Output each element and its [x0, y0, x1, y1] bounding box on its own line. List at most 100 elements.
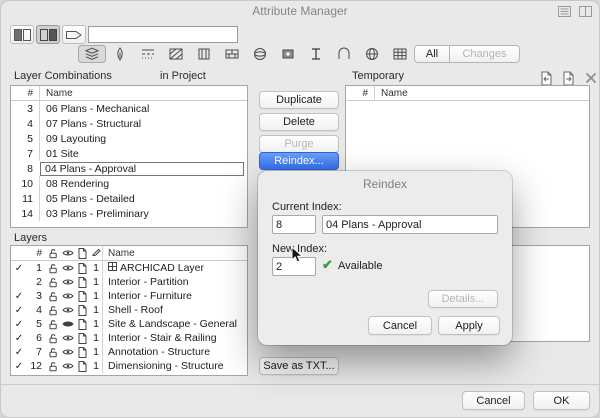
tab-changes-button[interactable]: Changes — [450, 45, 520, 63]
layer-combination-row[interactable]: 14 03 Plans - Preliminary — [11, 206, 247, 221]
eye-icon[interactable] — [60, 334, 75, 342]
view-toggle-left-list-button[interactable] — [10, 25, 34, 44]
layer-checkmark[interactable]: ✓ — [11, 291, 27, 302]
delete-button[interactable]: Delete — [259, 113, 339, 131]
lock-icon[interactable] — [45, 305, 60, 316]
reindex-cancel-button[interactable]: Cancel — [368, 316, 432, 335]
eye-icon[interactable] — [60, 320, 75, 328]
layer-checkmark[interactable]: ✓ — [11, 347, 27, 358]
tab-line-types-icon[interactable] — [134, 45, 162, 63]
save-as-txt-button[interactable]: Save as TXT... — [259, 357, 339, 375]
current-index-field[interactable] — [272, 215, 316, 234]
lock-icon[interactable] — [45, 361, 60, 372]
tab-table-icon[interactable] — [386, 45, 414, 63]
intersection-group-number: 1 — [90, 304, 102, 316]
details-button[interactable]: Details... — [428, 290, 498, 308]
tab-mep-systems-icon[interactable] — [330, 45, 358, 63]
layer-combination-row[interactable]: 4 07 Plans - Structural — [11, 116, 247, 131]
lock-icon[interactable] — [45, 263, 60, 274]
layer-combination-row[interactable]: 3 06 Plans - Mechanical — [11, 101, 247, 116]
layer-combination-row[interactable]: 5 09 Layouting — [11, 131, 247, 146]
eye-icon[interactable] — [60, 264, 75, 272]
reindex-button[interactable]: Reindex... — [259, 152, 339, 170]
layer-row[interactable]: ✓ 1 1 ARCHICAD Layer — [11, 261, 247, 275]
layer-row[interactable]: ✓ 3 1 Interior - Furniture — [11, 289, 247, 303]
tab-layers-icon[interactable] — [78, 45, 106, 63]
temporary-toolbar — [538, 70, 599, 86]
combination-index: 8 — [11, 163, 39, 175]
page-icon[interactable] — [75, 277, 90, 288]
combination-name: 01 Site — [39, 146, 247, 161]
eye-icon[interactable] — [60, 306, 75, 314]
layer-combination-row[interactable]: 10 08 Rendering — [11, 176, 247, 191]
combination-index: 11 — [11, 193, 39, 205]
current-name-field[interactable] — [322, 215, 498, 234]
page-icon[interactable] — [75, 319, 90, 330]
layer-index: 5 — [27, 318, 45, 330]
layer-checkmark[interactable]: ✓ — [11, 361, 27, 372]
tab-all-button[interactable]: All — [414, 45, 450, 63]
layer-checkmark[interactable]: ✓ — [11, 263, 27, 274]
lock-icon[interactable] — [45, 277, 60, 288]
eye-icon[interactable] — [60, 292, 75, 300]
page-icon[interactable] — [75, 305, 90, 316]
import-page-icon[interactable] — [538, 70, 555, 86]
footer-divider — [0, 384, 600, 385]
layer-row[interactable]: ✓ 5 1 Site & Landscape - General — [11, 317, 247, 331]
tab-globe-icon[interactable] — [358, 45, 386, 63]
layer-checkmark[interactable]: ✓ — [11, 333, 27, 344]
layer-checkmark[interactable]: ✓ — [11, 305, 27, 316]
eye-icon[interactable] — [60, 348, 75, 356]
eye-icon[interactable] — [60, 278, 75, 286]
attribute-tabs: All Changes — [78, 45, 520, 63]
page-icon[interactable] — [75, 347, 90, 358]
tab-surfaces-icon[interactable] — [246, 45, 274, 63]
layer-row[interactable]: ✓ 6 1 Interior - Stair & Railing — [11, 331, 247, 345]
page-icon[interactable] — [75, 291, 90, 302]
page-icon[interactable] — [75, 263, 90, 274]
tab-profiles-icon[interactable] — [302, 45, 330, 63]
layer-row[interactable]: ✓ 7 1 Annotation - Structure — [11, 345, 247, 359]
eye-icon[interactable] — [60, 362, 75, 370]
view-toggle-tag-button[interactable] — [62, 25, 86, 44]
lock-icon[interactable] — [45, 319, 60, 330]
col-name: Name — [374, 86, 589, 100]
export-page-icon[interactable] — [560, 70, 577, 86]
tab-zone-categories-icon[interactable] — [274, 45, 302, 63]
tab-fill-types-icon[interactable] — [162, 45, 190, 63]
panel-options-icon[interactable] — [578, 5, 592, 17]
combination-name: 07 Plans - Structural — [39, 116, 247, 131]
layer-name-cell: Shell - Roof — [102, 303, 247, 317]
tab-composites-icon[interactable] — [190, 45, 218, 63]
lock-icon[interactable] — [45, 333, 60, 344]
layer-index: 6 — [27, 332, 45, 344]
layer-index: 4 — [27, 304, 45, 316]
layer-checkmark[interactable]: ✓ — [11, 319, 27, 330]
page-icon[interactable] — [75, 361, 90, 372]
list-options-icon[interactable] — [557, 5, 571, 17]
attribute-manager-window: Attribute Manager — [0, 0, 600, 418]
layer-index: 7 — [27, 346, 45, 358]
tab-building-materials-icon[interactable] — [218, 45, 246, 63]
combination-name: 09 Layouting — [39, 131, 247, 146]
reindex-apply-button[interactable]: Apply — [438, 316, 500, 335]
layer-combination-row[interactable]: 7 01 Site — [11, 146, 247, 161]
layer-name: Interior - Furniture — [108, 290, 192, 302]
purge-button[interactable]: Purge — [259, 135, 339, 153]
layer-combination-row[interactable]: 11 05 Plans - Detailed — [11, 191, 247, 206]
layer-row[interactable]: 2 1 Interior - Partition — [11, 275, 247, 289]
delete-x-icon[interactable] — [582, 70, 599, 86]
cancel-button[interactable]: Cancel — [462, 391, 525, 410]
lock-icon[interactable] — [45, 291, 60, 302]
duplicate-button[interactable]: Duplicate — [259, 91, 339, 109]
tab-pens-icon[interactable] — [106, 45, 134, 63]
attribute-name-field[interactable] — [88, 26, 238, 43]
view-toggle-both-lists-button[interactable] — [36, 25, 60, 44]
layer-row[interactable]: ✓ 4 1 Shell - Roof — [11, 303, 247, 317]
page-icon[interactable] — [75, 333, 90, 344]
layer-combination-row[interactable]: 8 04 Plans - Approval — [11, 161, 247, 176]
titlebar-buttons — [557, 5, 592, 17]
ok-button[interactable]: OK — [533, 391, 590, 410]
layer-row[interactable]: ✓ 12 1 Dimensioning - Structure — [11, 359, 247, 373]
lock-icon[interactable] — [45, 347, 60, 358]
